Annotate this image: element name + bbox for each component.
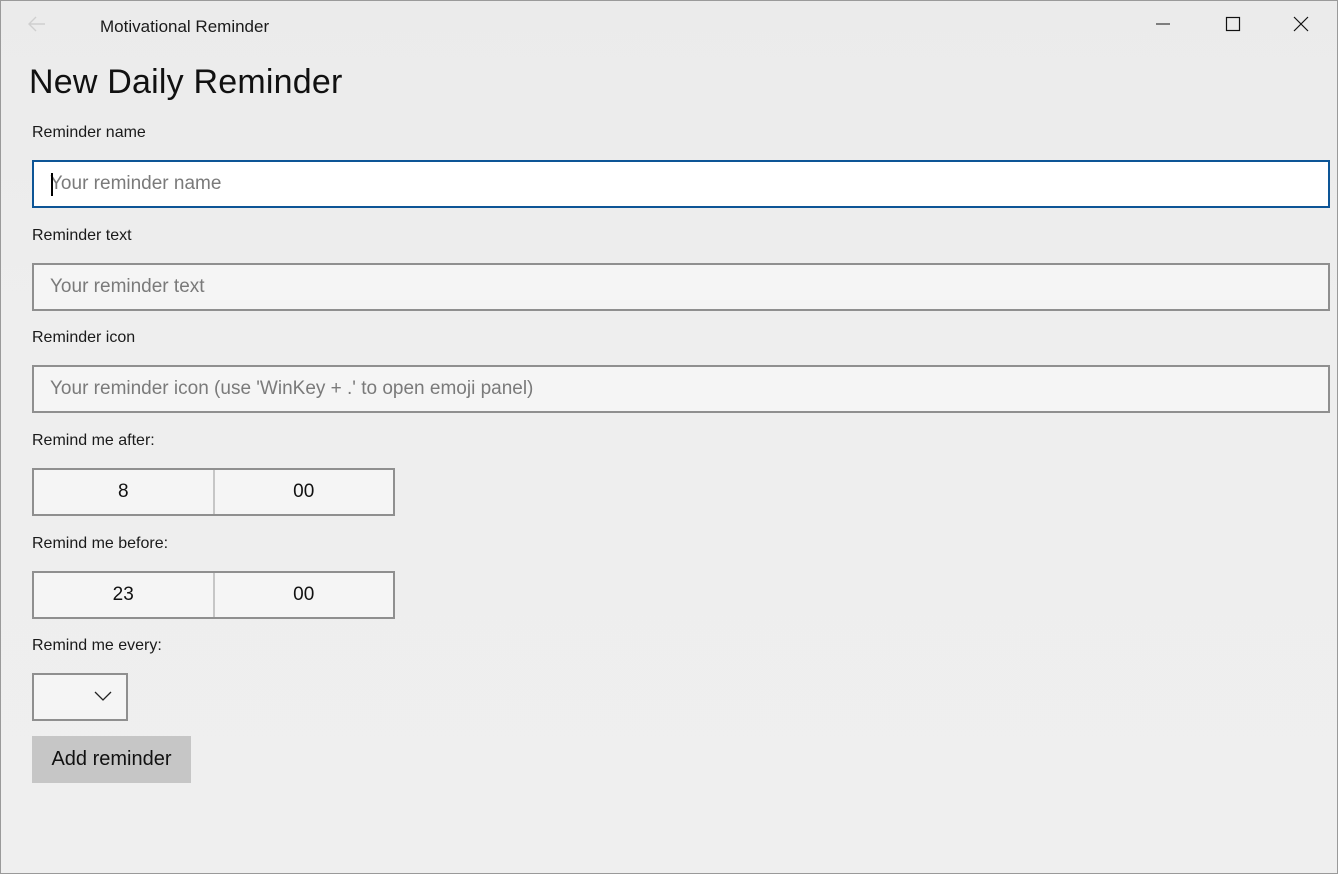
reminder-name-field[interactable] [32, 160, 1330, 208]
page-title: New Daily Reminder [29, 63, 343, 101]
remind-every-dropdown[interactable] [32, 673, 128, 721]
minimize-icon [1155, 16, 1171, 37]
remind-after-label: Remind me after: [32, 432, 155, 449]
remind-every-label: Remind me every: [32, 637, 162, 654]
remind-before-label: Remind me before: [32, 535, 169, 552]
minimize-button[interactable] [1129, 1, 1197, 51]
text-caret [51, 173, 53, 196]
remind-before-hour[interactable]: 23 [34, 573, 213, 617]
app-window: Motivational Reminder New Daily Reminder… [0, 0, 1338, 874]
add-reminder-button[interactable]: Add reminder [32, 736, 191, 783]
reminder-name-input[interactable] [50, 173, 1328, 195]
reminder-text-input[interactable] [50, 276, 1328, 298]
remind-after-timepicker[interactable]: 8 00 [32, 468, 395, 516]
close-icon [1293, 16, 1309, 37]
remind-after-minute[interactable]: 00 [212, 470, 394, 514]
remind-before-timepicker[interactable]: 23 00 [32, 571, 395, 619]
reminder-icon-field[interactable] [32, 365, 1330, 413]
reminder-text-label: Reminder text [32, 227, 132, 244]
maximize-button[interactable] [1199, 1, 1267, 51]
back-arrow-icon [28, 16, 46, 37]
reminder-name-label: Reminder name [32, 124, 146, 141]
remind-before-minute[interactable]: 00 [212, 573, 394, 617]
title-bar: Motivational Reminder [1, 1, 1337, 51]
reminder-icon-label: Reminder icon [32, 329, 136, 346]
maximize-icon [1225, 16, 1241, 37]
window-title: Motivational Reminder [100, 17, 270, 36]
chevron-down-icon [94, 689, 112, 708]
reminder-icon-input[interactable] [50, 378, 1328, 400]
reminder-text-field[interactable] [32, 263, 1330, 311]
remind-after-hour[interactable]: 8 [34, 470, 213, 514]
close-button[interactable] [1267, 1, 1335, 51]
back-button[interactable] [19, 11, 55, 41]
